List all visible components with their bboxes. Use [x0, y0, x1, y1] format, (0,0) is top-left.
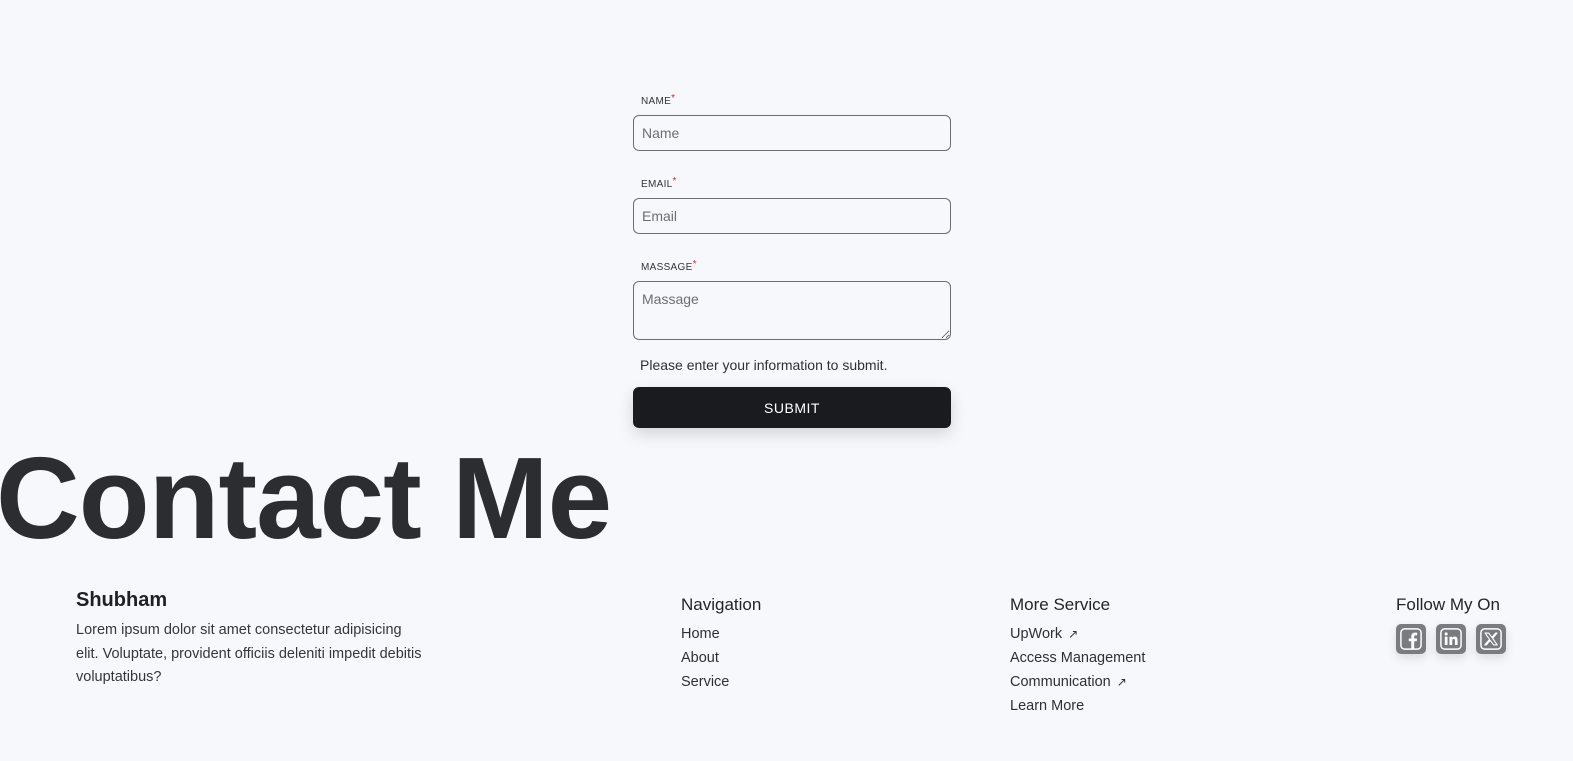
x-twitter-icon [1480, 628, 1502, 650]
nav-item-service: Service [681, 670, 761, 694]
nav-link-home[interactable]: Home [681, 626, 720, 642]
follow-title: Follow My On [1396, 595, 1500, 614]
message-textarea[interactable] [633, 281, 951, 340]
form-hint: Please enter your information to submit. [640, 357, 888, 373]
name-label: NAME* [641, 93, 676, 107]
footer-navigation: Navigation Home About Service [681, 594, 761, 694]
nav-item-home: Home [681, 622, 761, 646]
service-link-learn-more[interactable]: Learn More [1010, 698, 1084, 714]
email-label: EMAIL* [641, 176, 677, 190]
service-item-access-management: Access Management [1010, 646, 1145, 670]
brand-name: Shubham [76, 589, 168, 611]
external-link-icon: ↗ [1068, 627, 1079, 641]
social-links [1396, 624, 1506, 654]
external-link-icon: ↗ [1116, 675, 1127, 689]
email-input[interactable] [633, 198, 951, 234]
more-service-title: More Service [1010, 595, 1111, 614]
name-input[interactable] [633, 115, 951, 151]
linkedin-icon [1440, 628, 1462, 650]
nav-link-service[interactable]: Service [681, 674, 729, 690]
service-item-upwork: UpWork ↗ [1010, 622, 1145, 646]
submit-button[interactable]: SUBMIT [633, 387, 951, 428]
required-mark: * [671, 93, 676, 104]
service-link-upwork[interactable]: UpWork ↗ [1010, 626, 1078, 642]
service-item-learn-more: Learn More [1010, 694, 1145, 718]
footer-follow: Follow My On [1396, 594, 1506, 654]
footer-brand: Shubham Lorem ipsum dolor sit amet conse… [76, 588, 436, 690]
service-item-communication: Communication ↗ [1010, 670, 1145, 694]
service-link-communication[interactable]: Communication ↗ [1010, 674, 1127, 690]
facebook-icon [1400, 628, 1422, 650]
linkedin-link[interactable] [1436, 624, 1466, 654]
service-link-access-management[interactable]: Access Management [1010, 650, 1145, 666]
x-twitter-link[interactable] [1476, 624, 1506, 654]
required-mark: * [692, 259, 697, 270]
nav-item-about: About [681, 646, 761, 670]
contact-form: NAME* EMAIL* MASSAGE* Please enter your … [633, 93, 951, 428]
required-mark: * [672, 176, 677, 187]
footer-more-service: More Service UpWork ↗ Access Management C… [1010, 594, 1145, 718]
page-heading: Contact Me [0, 433, 612, 563]
message-label: MASSAGE* [641, 259, 697, 273]
nav-link-about[interactable]: About [681, 650, 719, 666]
facebook-link[interactable] [1396, 624, 1426, 654]
contact-page: NAME* EMAIL* MASSAGE* Please enter your … [0, 0, 1573, 761]
navigation-title: Navigation [681, 595, 762, 614]
brand-description: Lorem ipsum dolor sit amet consectetur a… [76, 622, 422, 685]
